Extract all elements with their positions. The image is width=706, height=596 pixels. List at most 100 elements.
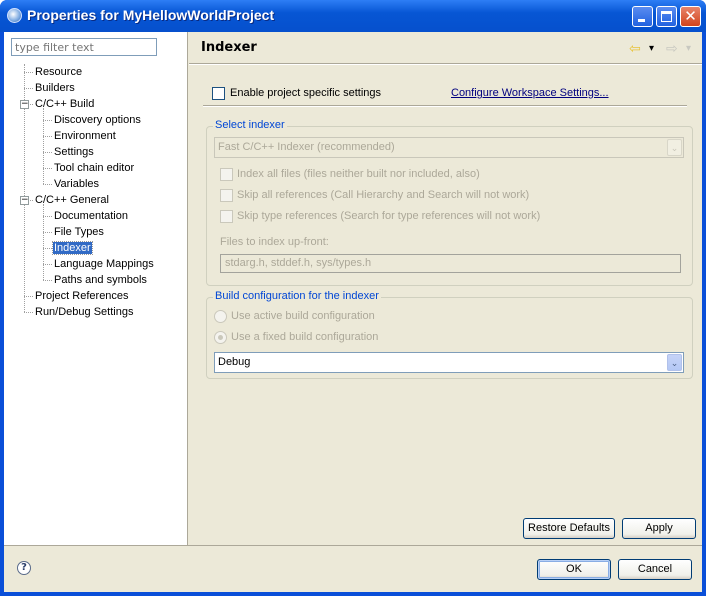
minimize-button[interactable] — [632, 6, 653, 27]
dialog-client: ResourceBuilders−C/C++ BuildDiscovery op… — [4, 32, 702, 592]
skip-all-references-label: Skip all references (Call Hierarchy and … — [237, 189, 530, 201]
tree-item-file-types[interactable]: File Types — [53, 224, 105, 240]
tree-item-settings[interactable]: Settings — [53, 144, 95, 160]
tree-item-environment[interactable]: Environment — [53, 128, 117, 144]
tree-item-builders[interactable]: Builders — [34, 80, 76, 96]
help-icon[interactable]: ? — [17, 561, 31, 575]
skip-type-references-label: Skip type references (Search for type re… — [237, 210, 541, 222]
tree-connector-line — [43, 232, 52, 233]
tree-item-language-mappings[interactable]: Language Mappings — [53, 256, 155, 272]
use-active-config-radio[interactable] — [214, 310, 227, 323]
build-configuration-group-title: Build configuration for the indexer — [213, 290, 381, 302]
tree-item-variables[interactable]: Variables — [53, 176, 100, 192]
indexer-select[interactable]: Fast C/C++ Indexer (recommended) ⌄ — [214, 137, 684, 158]
back-arrow-icon[interactable]: ⇦ — [629, 41, 641, 57]
cancel-button[interactable]: Cancel — [618, 559, 692, 580]
properties-dialog: Properties for MyHellowWorldProject ✕ Re… — [0, 0, 706, 596]
tree-item-label: Discovery options — [54, 114, 141, 126]
tree-item-c-c-general[interactable]: C/C++ General — [34, 192, 110, 208]
use-fixed-config-radio[interactable] — [214, 331, 227, 344]
header-separator — [189, 63, 702, 65]
maximize-button[interactable] — [656, 6, 677, 27]
tree-connector-line — [43, 280, 52, 281]
tree-connector-line — [24, 296, 33, 297]
index-all-files-checkbox[interactable] — [220, 168, 233, 181]
restore-defaults-button[interactable]: Restore Defaults — [523, 518, 615, 539]
tree-item-label: Language Mappings — [54, 258, 154, 270]
tree-item-label: Run/Debug Settings — [35, 306, 134, 318]
tree-connector-line — [24, 72, 33, 73]
back-history-dropdown-icon[interactable]: ▾ — [649, 43, 654, 54]
configure-workspace-settings-link[interactable]: Configure Workspace Settings... — [451, 87, 609, 99]
build-config-select-value: Debug — [218, 356, 251, 368]
build-configuration-group: Build configuration for the indexer Use … — [206, 290, 693, 379]
window-title: Properties for MyHellowWorldProject — [27, 7, 275, 23]
tree-item-label: Variables — [54, 178, 100, 190]
maximize-icon — [661, 11, 672, 22]
use-active-config-label: Use active build configuration — [231, 310, 375, 322]
tree-item-c-c-build[interactable]: C/C++ Build — [34, 96, 95, 112]
tree-item-label: C/C++ General — [35, 194, 109, 206]
tree-item-label: C/C++ Build — [35, 98, 95, 110]
tree-connector-line — [43, 184, 52, 185]
index-all-files-label: Index all files (files neither built nor… — [237, 168, 480, 180]
files-upfront-label: Files to index up-front: — [220, 236, 329, 248]
tree-item-label: Builders — [35, 82, 75, 94]
tree-item-label: File Types — [54, 226, 104, 238]
filter-input[interactable] — [11, 38, 157, 56]
use-fixed-config-label: Use a fixed build configuration — [231, 331, 379, 343]
property-page: Indexer ⇦ ▾ ⇨ ▾ Enable project specific … — [189, 32, 702, 545]
chevron-down-icon: ⌄ — [667, 354, 682, 371]
minimize-icon — [638, 19, 645, 22]
tree-item-tool-chain-editor[interactable]: Tool chain editor — [53, 160, 135, 176]
forward-arrow-icon[interactable]: ⇨ — [666, 41, 678, 57]
tree-connector-line — [43, 168, 52, 169]
collapse-icon[interactable]: − — [20, 196, 29, 205]
tree-connector-line — [43, 264, 52, 265]
tree-item-label: Resource — [35, 66, 83, 78]
title-bar[interactable]: Properties for MyHellowWorldProject ✕ — [0, 0, 706, 32]
tree-item-paths-and-symbols[interactable]: Paths and symbols — [53, 272, 148, 288]
tree-item-label: Tool chain editor — [54, 162, 135, 174]
tree-item-project-references[interactable]: Project References — [34, 288, 130, 304]
chevron-down-icon: ⌄ — [667, 139, 682, 156]
tree-connector-line — [43, 152, 52, 153]
footer-separator — [4, 545, 702, 546]
skip-all-references-checkbox[interactable] — [220, 189, 233, 202]
tree-item-documentation[interactable]: Documentation — [53, 208, 129, 224]
tree-item-label: Paths and symbols — [54, 274, 147, 286]
select-indexer-group: Select indexer Fast C/C++ Indexer (recom… — [206, 119, 693, 286]
tree-item-resource[interactable]: Resource — [34, 64, 83, 80]
build-config-select[interactable]: Debug ⌄ — [214, 352, 684, 373]
tree-item-indexer[interactable]: Indexer — [52, 240, 93, 256]
forward-history-dropdown-icon[interactable]: ▾ — [686, 43, 691, 54]
page-title: Indexer — [201, 40, 257, 55]
tree-item-label: Indexer — [52, 241, 93, 255]
navigation-pane: ResourceBuilders−C/C++ BuildDiscovery op… — [4, 32, 188, 545]
files-upfront-input[interactable]: stdarg.h, stddef.h, sys/types.h — [220, 254, 681, 273]
skip-type-references-checkbox[interactable] — [220, 210, 233, 223]
tree-item-label: Project References — [35, 290, 129, 302]
tree-connector-line — [43, 136, 52, 137]
select-indexer-group-title: Select indexer — [213, 119, 287, 131]
tree-connector-line — [43, 120, 52, 121]
tree-item-label: Settings — [54, 146, 94, 158]
enable-project-specific-checkbox[interactable] — [212, 87, 225, 100]
tree-connector-line — [43, 216, 52, 217]
tree-connector-line — [24, 88, 33, 89]
tree-item-discovery-options[interactable]: Discovery options — [53, 112, 142, 128]
enable-separator — [203, 105, 687, 107]
tree-item-run-debug-settings[interactable]: Run/Debug Settings — [34, 304, 134, 320]
collapse-icon[interactable]: − — [20, 100, 29, 109]
tree-connector-line — [43, 248, 52, 249]
eclipse-app-icon — [7, 8, 22, 23]
close-button[interactable]: ✕ — [680, 6, 701, 27]
tree-item-label: Environment — [54, 130, 116, 142]
enable-project-specific-label: Enable project specific settings — [230, 87, 382, 99]
tree-connector-line — [24, 312, 33, 313]
apply-button[interactable]: Apply — [622, 518, 696, 539]
tree-item-label: Documentation — [54, 210, 128, 222]
indexer-select-value: Fast C/C++ Indexer (recommended) — [218, 141, 395, 153]
close-icon: ✕ — [684, 7, 697, 25]
ok-button[interactable]: OK — [537, 559, 611, 580]
